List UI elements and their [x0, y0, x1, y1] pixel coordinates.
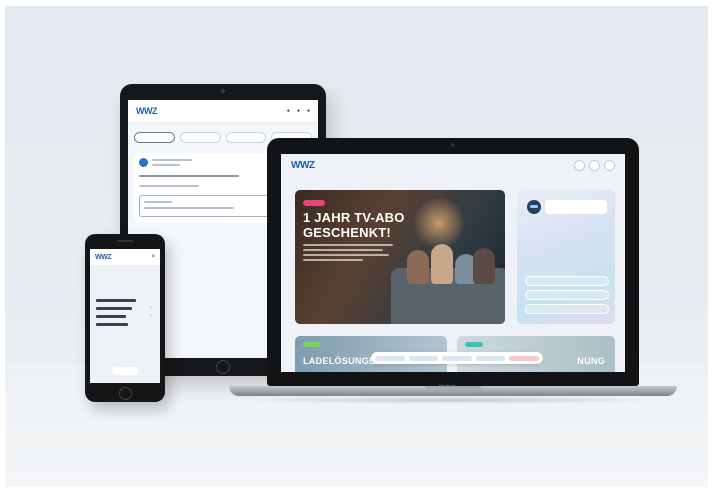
product-mockup-scene: WWZ ● ● ● WWZ 1 JAHR TV-ABO GESCHENKT! L… — [5, 6, 708, 487]
search-icon[interactable]: ● — [297, 108, 300, 114]
avatar — [139, 158, 148, 167]
filter-pill[interactable] — [225, 132, 267, 143]
family-image — [403, 240, 495, 284]
filter-pill[interactable] — [134, 132, 175, 143]
promo-tag — [303, 200, 325, 206]
search-icon[interactable] — [589, 159, 600, 171]
quick-action-bar — [371, 352, 543, 364]
menu-icon[interactable] — [604, 159, 615, 171]
card-badge — [465, 342, 483, 347]
chatbot-panel — [517, 190, 615, 324]
phone-menu-item[interactable] — [96, 307, 132, 310]
phone-quick-actions[interactable] — [112, 367, 138, 375]
chat-suggestion-button[interactable] — [525, 276, 609, 286]
hero-banner[interactable]: 1 JAHR TV-ABO GESCHENKT! — [295, 190, 505, 324]
phone-device: WWZ × › › — [85, 234, 165, 402]
phone-speaker — [117, 240, 133, 242]
card-caption: LADELÖSUNGE — [303, 356, 376, 366]
tablet-logo[interactable]: WWZ — [136, 106, 158, 116]
menu-icon[interactable]: ● — [307, 108, 310, 114]
phone-home-button[interactable] — [119, 387, 132, 400]
close-icon[interactable]: × — [151, 254, 155, 260]
filter-pill[interactable] — [179, 132, 221, 143]
phone-header: WWZ × — [90, 249, 160, 265]
phone-menu-item[interactable] — [96, 299, 136, 302]
laptop-screen: WWZ 1 JAHR TV-ABO GESCHENKT! LADELÖSUNGE… — [281, 154, 625, 372]
chevron-right-icon: › — [150, 313, 152, 319]
tablet-header: WWZ ● ● ● — [128, 100, 318, 122]
tablet-camera — [221, 89, 225, 93]
laptop-logo[interactable]: WWZ — [291, 160, 315, 171]
card-caption: NUNG — [577, 356, 605, 366]
tablet-header-icons: ● ● ● — [287, 108, 310, 114]
tablet-home-button[interactable] — [216, 360, 230, 374]
phone-logo[interactable]: WWZ — [95, 254, 112, 261]
chat-suggestion-button[interactable] — [525, 304, 609, 314]
laptop-camera — [451, 143, 455, 147]
quick-action-button[interactable] — [475, 355, 506, 361]
chevron-right-icon: › — [150, 305, 152, 311]
chatbot-icon — [527, 200, 541, 214]
user-icon[interactable]: ● — [287, 108, 290, 114]
quick-action-button[interactable] — [408, 355, 439, 361]
quick-action-button[interactable] — [509, 355, 539, 361]
quick-action-button[interactable] — [442, 355, 472, 361]
quick-action-button[interactable] — [375, 355, 405, 361]
phone-menu-item[interactable] — [96, 323, 128, 326]
chat-bubble — [545, 200, 607, 214]
user-icon[interactable] — [574, 159, 585, 171]
laptop-shadow — [241, 396, 665, 404]
laptop-brand-label: MacBook — [439, 383, 456, 388]
laptop-header: WWZ — [281, 154, 625, 176]
chat-suggestion-button[interactable] — [525, 290, 609, 300]
hero-title: 1 JAHR TV-ABO GESCHENKT! — [303, 210, 405, 240]
phone-screen: WWZ × › › — [90, 249, 160, 383]
laptop-device: WWZ 1 JAHR TV-ABO GESCHENKT! LADELÖSUNGE… — [267, 138, 639, 386]
card-badge — [303, 342, 321, 347]
phone-menu-item[interactable] — [96, 315, 126, 318]
laptop-header-icons — [574, 159, 615, 171]
